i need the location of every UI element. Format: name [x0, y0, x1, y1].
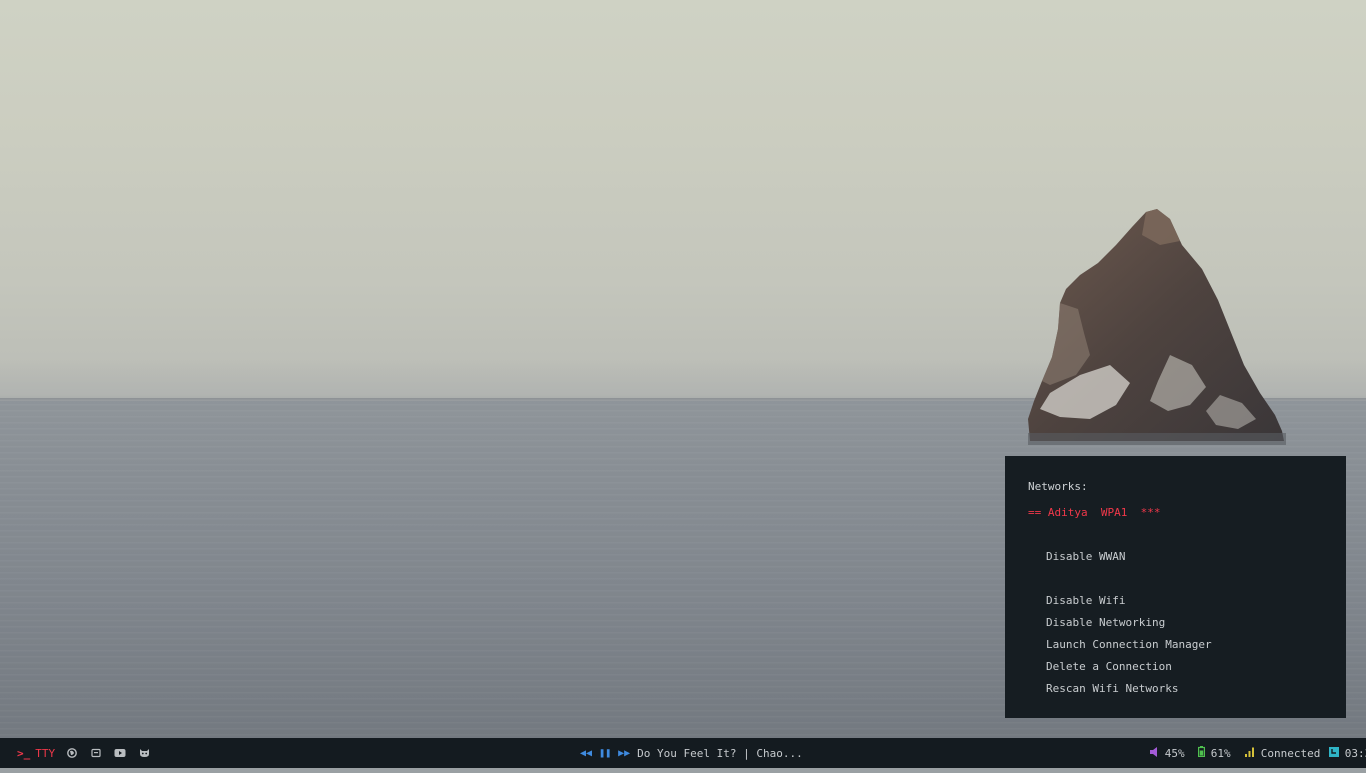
- media-player: ◀◀ ❚❚ ▶▶ Do You Feel It? | Chao...: [580, 738, 803, 768]
- active-network-marker: ==: [1028, 506, 1042, 519]
- menu-option-disable-wwan[interactable]: Disable WWAN: [1046, 550, 1125, 564]
- signal-bars-icon: [1205, 734, 1255, 773]
- firefox-icon[interactable]: [66, 738, 78, 768]
- pause-icon[interactable]: ❚❚: [599, 748, 611, 759]
- network-menu: Networks: == Aditya WPA1 *** Disable WWA…: [1005, 456, 1346, 718]
- active-network-ssid: Aditya: [1047, 506, 1088, 519]
- network-menu-title: Networks:: [1028, 480, 1088, 493]
- menu-option-launch-connection-manager[interactable]: Launch Connection Manager: [1046, 638, 1212, 652]
- menu-option-disable-networking[interactable]: Disable Networking: [1046, 616, 1165, 630]
- menu-option-delete-connection[interactable]: Delete a Connection: [1046, 660, 1172, 674]
- speaker-icon: [1110, 734, 1159, 773]
- menu-option-disable-wifi[interactable]: Disable Wifi: [1046, 594, 1125, 608]
- menu-option-rescan-wifi[interactable]: Rescan Wifi Networks: [1046, 682, 1178, 696]
- clock-time: 03:32 AM: [1344, 746, 1366, 760]
- wallpaper-sea-stack-rock: [1028, 209, 1286, 445]
- media-track-title[interactable]: Do You Feel It? | Chao...: [637, 747, 803, 760]
- clock-icon: [1289, 734, 1339, 773]
- status-bar: >_ TTY ◀◀ ❚❚ ▶▶ Do You Feel It? | Chao..…: [0, 738, 1366, 768]
- active-network-row[interactable]: == Aditya WPA1 ***: [1028, 506, 1161, 520]
- fast-forward-icon[interactable]: ▶▶: [618, 748, 630, 759]
- github-icon[interactable]: [138, 738, 150, 768]
- tty-launcher[interactable]: >_ TTY: [17, 738, 55, 768]
- terminal-prompt-icon: >_: [17, 746, 31, 760]
- battery-icon: [1158, 733, 1205, 773]
- youtube-icon[interactable]: [114, 738, 126, 768]
- rewind-icon[interactable]: ◀◀: [580, 748, 592, 759]
- active-network-security: WPA1: [1100, 506, 1128, 519]
- active-network-signal: ***: [1140, 506, 1161, 519]
- clock[interactable]: 03:32 AM: [1289, 738, 1366, 768]
- tty-label: TTY: [35, 746, 56, 760]
- files-icon[interactable]: [90, 738, 102, 768]
